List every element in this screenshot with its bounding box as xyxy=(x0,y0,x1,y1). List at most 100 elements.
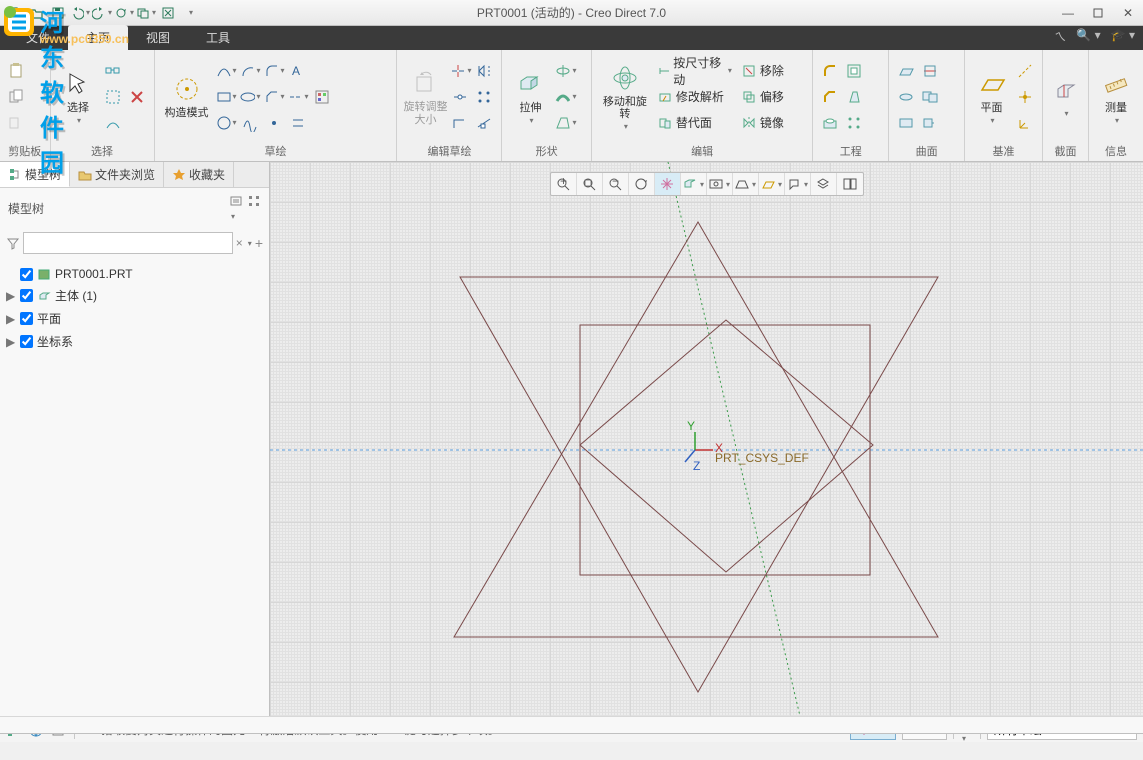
tree-check[interactable] xyxy=(20,335,33,348)
blend-icon[interactable]: ▾ xyxy=(554,112,576,134)
help-icon[interactable]: 🎓 ▾ xyxy=(1111,28,1135,45)
tree-check[interactable] xyxy=(20,312,33,325)
mirror-sketch-icon[interactable] xyxy=(473,60,495,82)
extrude-button[interactable]: 拉伸▾ xyxy=(508,57,552,137)
sketch-ellipse-icon[interactable]: ▾ xyxy=(239,86,261,108)
sketch-offset-icon[interactable] xyxy=(287,112,309,134)
sketch-text-icon[interactable]: A xyxy=(287,60,309,82)
search-help-icon[interactable]: 🔍 ▾ xyxy=(1076,28,1100,45)
tree-node-plane[interactable]: ▶ 平面 xyxy=(4,307,265,330)
chamfer-icon[interactable] xyxy=(819,86,841,108)
sketch-fillet-icon[interactable]: ▾ xyxy=(263,60,285,82)
select-button[interactable]: 选择 ▾ xyxy=(57,57,100,137)
menu-file[interactable]: 文件 xyxy=(8,25,68,50)
ribbon-arrow-icon[interactable]: ㄟ xyxy=(1054,28,1066,45)
mirror-button[interactable]: 镜像 xyxy=(738,112,796,134)
select-region-icon[interactable] xyxy=(102,112,124,134)
perspective-icon[interactable]: ▾ xyxy=(733,173,759,195)
display-style-icon[interactable]: ▾ xyxy=(681,173,707,195)
surface-fill-icon[interactable] xyxy=(895,112,917,134)
remove-button[interactable]: 移除 xyxy=(738,60,796,82)
sketch-rect-icon[interactable]: ▾ xyxy=(215,86,237,108)
search-dropdown[interactable]: ▾ xyxy=(248,239,252,248)
paste-icon[interactable] xyxy=(6,60,28,82)
measure-button[interactable]: 测量▾ xyxy=(1095,57,1137,137)
tree-check[interactable] xyxy=(20,289,33,302)
select-chain-icon[interactable] xyxy=(102,60,124,82)
tree-expander-icon[interactable]: ▶ xyxy=(6,312,16,326)
plane-button[interactable]: 平面▾ xyxy=(971,57,1012,137)
spin-center-icon[interactable] xyxy=(655,173,681,195)
construction-mode-button[interactable]: 构造模式 xyxy=(161,57,213,137)
viewport[interactable]: X Y Z PRT_CSYS_DEF + − ▾ ▾ ▾ ▾ ▾ xyxy=(270,162,1143,716)
surface-revolve-icon[interactable] xyxy=(895,86,917,108)
datum-display-icon[interactable]: ▾ xyxy=(759,173,785,195)
refit-icon[interactable] xyxy=(629,173,655,195)
section-button[interactable]: ▾ xyxy=(1049,57,1082,137)
trim-icon[interactable]: ▾ xyxy=(449,60,471,82)
move-by-dim-button[interactable]: 按尺寸移动▾ xyxy=(654,60,736,82)
search-clear-icon[interactable]: × xyxy=(236,236,243,250)
zoom-fit-icon[interactable] xyxy=(577,173,603,195)
shell-icon[interactable] xyxy=(843,60,865,82)
qat-save-icon[interactable] xyxy=(48,3,68,23)
maximize-button[interactable] xyxy=(1083,3,1113,23)
copy-icon[interactable] xyxy=(6,86,28,108)
menu-view[interactable]: 视图 xyxy=(128,25,188,50)
tree-node-body[interactable]: ▶ 主体 (1) xyxy=(4,284,265,307)
menu-home[interactable]: 主页 xyxy=(68,25,128,50)
tree-search-input[interactable] xyxy=(23,232,233,254)
pattern-icon[interactable] xyxy=(843,112,865,134)
filter-icon[interactable] xyxy=(6,236,20,250)
search-add-icon[interactable]: + xyxy=(255,235,263,251)
surface-extrude-icon[interactable] xyxy=(895,60,917,82)
sketch-line-icon[interactable]: ▾ xyxy=(215,60,237,82)
qat-windows-icon[interactable]: ▾ xyxy=(136,3,156,23)
tab-model-tree[interactable]: 模型树 xyxy=(0,162,70,187)
tree-expander-icon[interactable]: ▶ xyxy=(6,289,16,303)
annotation-display-icon[interactable]: ▾ xyxy=(785,173,811,195)
tree-show-icon[interactable]: ▾ xyxy=(229,194,243,222)
qat-regenerate-icon[interactable]: ▾ xyxy=(114,3,134,23)
revolve-icon[interactable]: ▾ xyxy=(554,60,576,82)
qat-open-icon[interactable] xyxy=(26,3,46,23)
tree-check[interactable] xyxy=(20,268,33,281)
named-views-icon[interactable] xyxy=(837,173,863,195)
project-sketch-icon[interactable] xyxy=(473,112,495,134)
modify-analytic-button[interactable]: 修改解析 xyxy=(654,86,736,108)
zoom-out-icon[interactable]: − xyxy=(603,173,629,195)
sketch-palette-icon[interactable] xyxy=(311,86,333,108)
substitute-face-button[interactable]: 替代面 xyxy=(654,112,736,134)
qat-close-icon[interactable] xyxy=(158,3,178,23)
move-rotate-button[interactable]: 移动和旋转▾ xyxy=(598,57,652,137)
sketch-chamfer-icon[interactable]: ▾ xyxy=(263,86,285,108)
tab-favorites[interactable]: 收藏夹 xyxy=(164,162,234,187)
select-delete-icon[interactable] xyxy=(126,86,148,108)
layers-icon[interactable] xyxy=(811,173,837,195)
sketch-centerline-icon[interactable]: ▾ xyxy=(287,86,309,108)
sweep-icon[interactable]: ▾ xyxy=(554,86,576,108)
tree-node-csys[interactable]: ▶ 坐标系 xyxy=(4,330,265,353)
round-icon[interactable] xyxy=(819,60,841,82)
qat-settings-dropdown[interactable]: ▾ xyxy=(180,3,200,23)
sketch-circle-icon[interactable]: ▾ xyxy=(215,112,237,134)
sketch-spline-icon[interactable] xyxy=(239,112,261,134)
cut-icon[interactable] xyxy=(6,112,28,134)
minimize-button[interactable]: ― xyxy=(1053,3,1083,23)
tree-expander-icon[interactable]: ▶ xyxy=(6,335,16,349)
saved-views-icon[interactable]: ▾ xyxy=(707,173,733,195)
menu-tools[interactable]: 工具 xyxy=(188,25,248,50)
qat-new-icon[interactable] xyxy=(4,3,24,23)
surface-extend-icon[interactable] xyxy=(919,112,941,134)
corner-icon[interactable] xyxy=(449,112,471,134)
close-button[interactable]: ✕ xyxy=(1113,3,1143,23)
surface-trim-icon[interactable] xyxy=(919,60,941,82)
tree-node-part[interactable]: PRT0001.PRT xyxy=(4,264,265,284)
tab-folder-browser[interactable]: 文件夹浏览 xyxy=(70,162,164,187)
hole-icon[interactable] xyxy=(819,112,841,134)
qat-redo-icon[interactable]: ▾ xyxy=(92,3,112,23)
sketch-arc-icon[interactable]: ▾ xyxy=(239,60,261,82)
draft-icon[interactable] xyxy=(843,86,865,108)
csys-icon[interactable] xyxy=(1014,112,1036,134)
select-all-icon[interactable] xyxy=(102,86,124,108)
